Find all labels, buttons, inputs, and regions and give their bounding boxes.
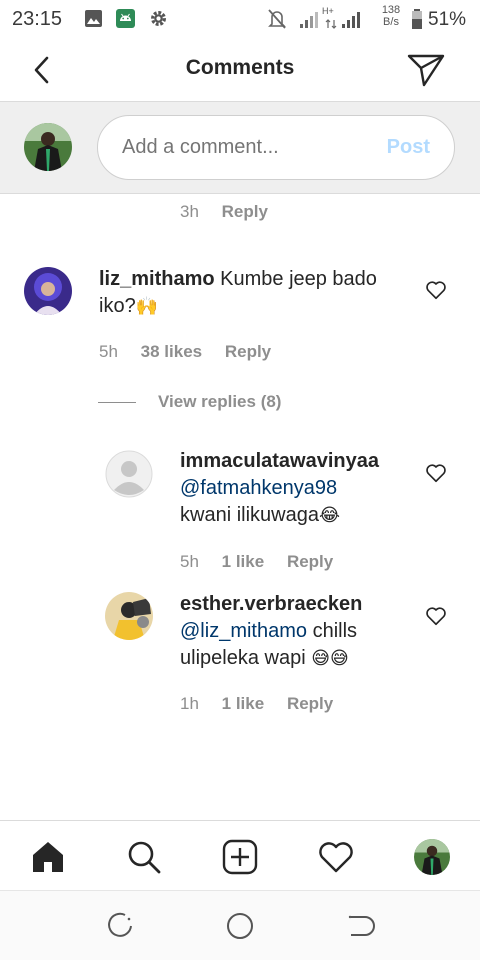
gallery-notification-icon	[85, 10, 102, 27]
comment-input-box[interactable]: Post	[97, 115, 455, 180]
reply-body-line1: chills	[312, 620, 358, 642]
heart-outline-icon	[426, 281, 446, 300]
reply-text: esther.verbraecken @liz_mithamo chills u…	[180, 591, 410, 672]
nav-profile[interactable]	[410, 835, 454, 879]
reply-button[interactable]: Reply	[225, 342, 271, 362]
reply-body-line2: ulipeleka wapi	[180, 647, 306, 669]
search-icon	[128, 841, 161, 874]
reply-meta: 5h 1 like Reply	[180, 552, 351, 572]
comment-text: liz_mithamo Kumbe jeep bado iko?🙌	[99, 266, 399, 320]
data-arrows-icon	[325, 19, 337, 29]
post-button[interactable]: Post	[387, 136, 430, 159]
reply-button[interactable]: Reply	[287, 694, 333, 714]
likes-count[interactable]: 1 like	[222, 694, 265, 714]
view-replies-label: View replies (8)	[158, 392, 282, 411]
like-reply-button[interactable]	[425, 605, 447, 627]
reply-emoji: 😅😅	[311, 648, 349, 669]
reply-meta: 1h 1 like Reply	[180, 694, 351, 714]
heart-outline-icon	[426, 464, 446, 483]
bottom-navigation	[0, 820, 480, 890]
reply-button[interactable]: Reply	[222, 202, 268, 222]
plus-square-icon	[222, 839, 258, 875]
reply-text: immaculatawavinyaa @fatmahkenya98 kwani …	[180, 448, 410, 529]
comment-username[interactable]: liz_mithamo	[99, 268, 215, 290]
recent-apps-button[interactable]	[103, 909, 137, 943]
comment-meta: 5h 38 likes Reply	[99, 342, 289, 362]
comment-compose-bar: Post	[0, 102, 480, 194]
reply-mention[interactable]: @fatmahkenya98	[180, 475, 410, 502]
likes-count[interactable]: 38 likes	[141, 342, 202, 362]
avatar[interactable]	[105, 592, 153, 640]
network-speed-unit: B/s	[383, 16, 399, 28]
reply-body: kwani ilikuwaga	[180, 504, 319, 526]
current-user-avatar	[24, 123, 72, 171]
mute-icon	[268, 9, 286, 29]
nav-home[interactable]	[26, 835, 70, 879]
reply-time: 1h	[180, 694, 199, 713]
nav-create[interactable]	[218, 835, 262, 879]
header: Comments	[0, 38, 480, 102]
reply-emoji: 😂	[318, 505, 341, 526]
comment-input[interactable]	[122, 136, 362, 159]
signal-icon	[300, 12, 318, 28]
android-notification-icon	[116, 9, 135, 28]
reply-button[interactable]: Reply	[287, 552, 333, 572]
avatar[interactable]	[105, 450, 153, 498]
home-button[interactable]	[223, 909, 257, 943]
status-bar: 23:15 H+ 138 B/s 51%	[0, 0, 480, 38]
back-system-icon	[348, 915, 375, 936]
back-system-button[interactable]	[343, 909, 377, 943]
avatar[interactable]	[24, 267, 72, 315]
view-replies-divider	[98, 401, 136, 403]
network-speed: 138 B/s	[380, 4, 402, 28]
reply-mention[interactable]: @liz_mithamo	[180, 620, 307, 642]
status-time: 23:15	[12, 8, 63, 30]
reply-time: 5h	[180, 552, 199, 571]
share-button[interactable]	[404, 50, 448, 90]
likes-count[interactable]: 1 like	[222, 552, 265, 572]
nav-activity[interactable]	[314, 835, 358, 879]
comment-emoji: 🙌	[135, 296, 159, 317]
nav-search[interactable]	[122, 835, 166, 879]
view-replies-button[interactable]: View replies (8)	[98, 390, 281, 414]
battery-icon	[412, 9, 422, 29]
system-navigation-bar	[0, 890, 480, 960]
paper-plane-icon	[407, 54, 445, 87]
settings-notification-icon	[150, 10, 167, 27]
previous-comment-meta: 3h Reply	[180, 202, 286, 222]
comment-time: 3h	[180, 202, 199, 221]
reply-username[interactable]: immaculatawavinyaa	[180, 448, 410, 475]
network-speed-value: 138	[381, 4, 401, 16]
like-comment-button[interactable]	[425, 279, 447, 301]
home-icon	[33, 842, 63, 872]
like-reply-button[interactable]	[425, 462, 447, 484]
heart-outline-icon	[319, 842, 353, 873]
signal-icon-2	[342, 12, 360, 28]
home-circle-icon	[227, 913, 253, 939]
recent-apps-icon	[108, 912, 132, 937]
profile-avatar	[414, 839, 450, 875]
battery-percent: 51%	[428, 9, 467, 30]
comment-time: 5h	[99, 342, 118, 361]
reply-username[interactable]: esther.verbraecken	[180, 591, 410, 618]
heart-outline-icon	[426, 607, 446, 626]
